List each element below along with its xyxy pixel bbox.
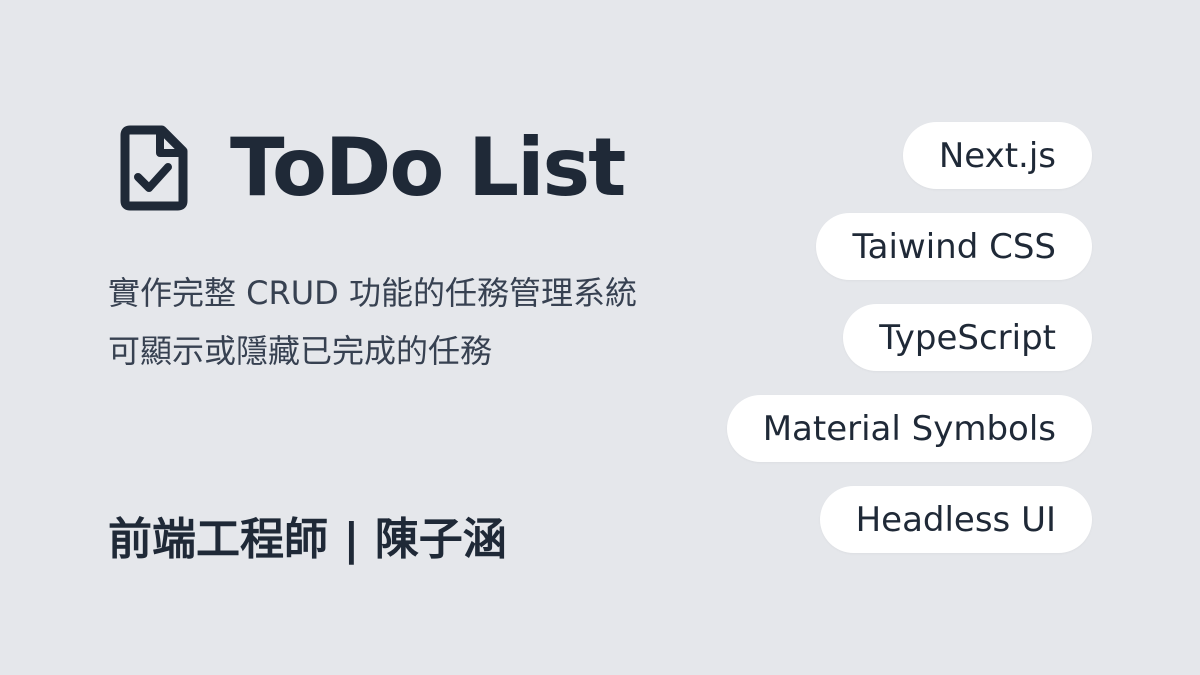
hero-card: ToDo List 實作完整 CRUD 功能的任務管理系統 可顯示或隱藏已完成的… [0,0,1200,675]
tag-material-symbols: Material Symbols [726,395,1092,462]
project-description: 實作完整 CRUD 功能的任務管理系統 可顯示或隱藏已完成的任務 [108,264,728,380]
file-check-icon [120,125,188,211]
tag-typescript: TypeScript [843,304,1092,371]
page-title: ToDo List [230,121,626,214]
tag-headless-ui: Headless UI [819,486,1092,553]
description-line: 可顯示或隱藏已完成的任務 [108,332,493,370]
author-credit: 前端工程師 | 陳子涵 [108,514,507,565]
tag-nextjs: Next.js [902,122,1092,189]
tag-tailwind-css: Taiwind CSS [816,213,1092,280]
title-row: ToDo List [120,118,626,218]
description-line: 實作完整 CRUD 功能的任務管理系統 [108,274,637,312]
tech-tag-list: Next.js Taiwind CSS TypeScript Material … [726,122,1092,553]
